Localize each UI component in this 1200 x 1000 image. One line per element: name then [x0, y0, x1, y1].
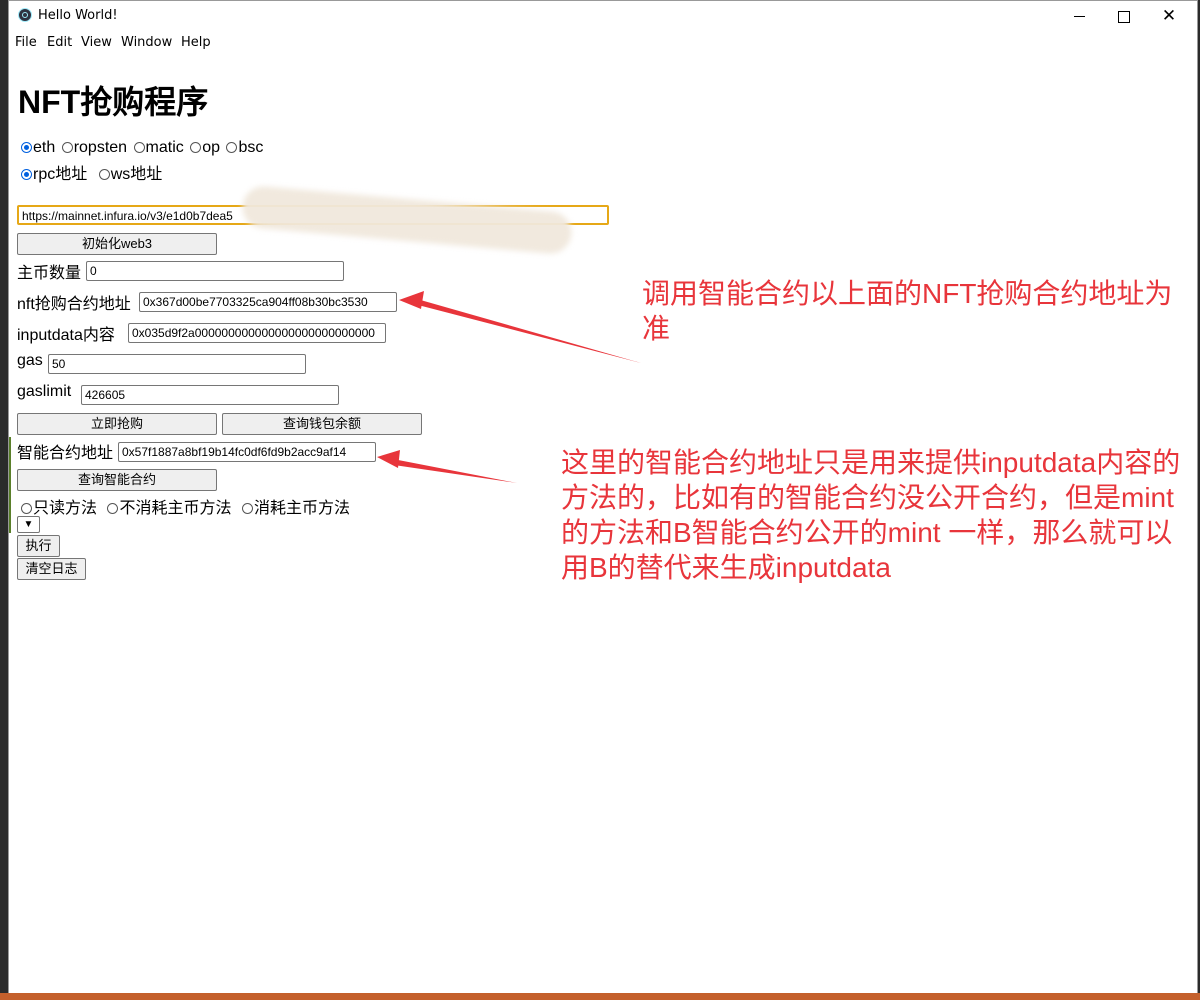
focus-indicator	[9, 437, 11, 533]
annotation-arrows	[377, 291, 641, 483]
arrow-shaft-1	[417, 299, 641, 363]
arrow-head-1	[399, 291, 424, 309]
app-window: Hello World! ✕ File Edit View Window Hel…	[8, 0, 1198, 995]
arrow-head-2	[377, 450, 400, 468]
title-bar: Hello World! ✕	[9, 1, 1197, 31]
menu-view[interactable]: View	[81, 35, 112, 50]
close-icon: ✕	[1161, 6, 1177, 26]
maximize-button[interactable]	[1102, 3, 1146, 29]
main-content: NFT抢购程序 eth ropsten matic op bsc rpc地址 w…	[17, 53, 1197, 993]
close-button[interactable]: ✕	[1147, 3, 1191, 29]
minimize-button[interactable]	[1057, 3, 1101, 29]
menu-window[interactable]: Window	[121, 35, 172, 50]
menu-file[interactable]: File	[15, 35, 37, 50]
minimize-icon	[1073, 16, 1085, 17]
arrow-shaft-2	[393, 459, 517, 483]
electron-app-icon	[18, 8, 32, 22]
menu-edit[interactable]: Edit	[47, 35, 72, 50]
menu-help[interactable]: Help	[181, 35, 211, 50]
taskbar-strip	[0, 993, 1200, 1000]
window-title: Hello World!	[38, 8, 118, 23]
maximize-icon	[1118, 10, 1130, 23]
menu-bar: File Edit View Window Help	[9, 31, 1197, 53]
